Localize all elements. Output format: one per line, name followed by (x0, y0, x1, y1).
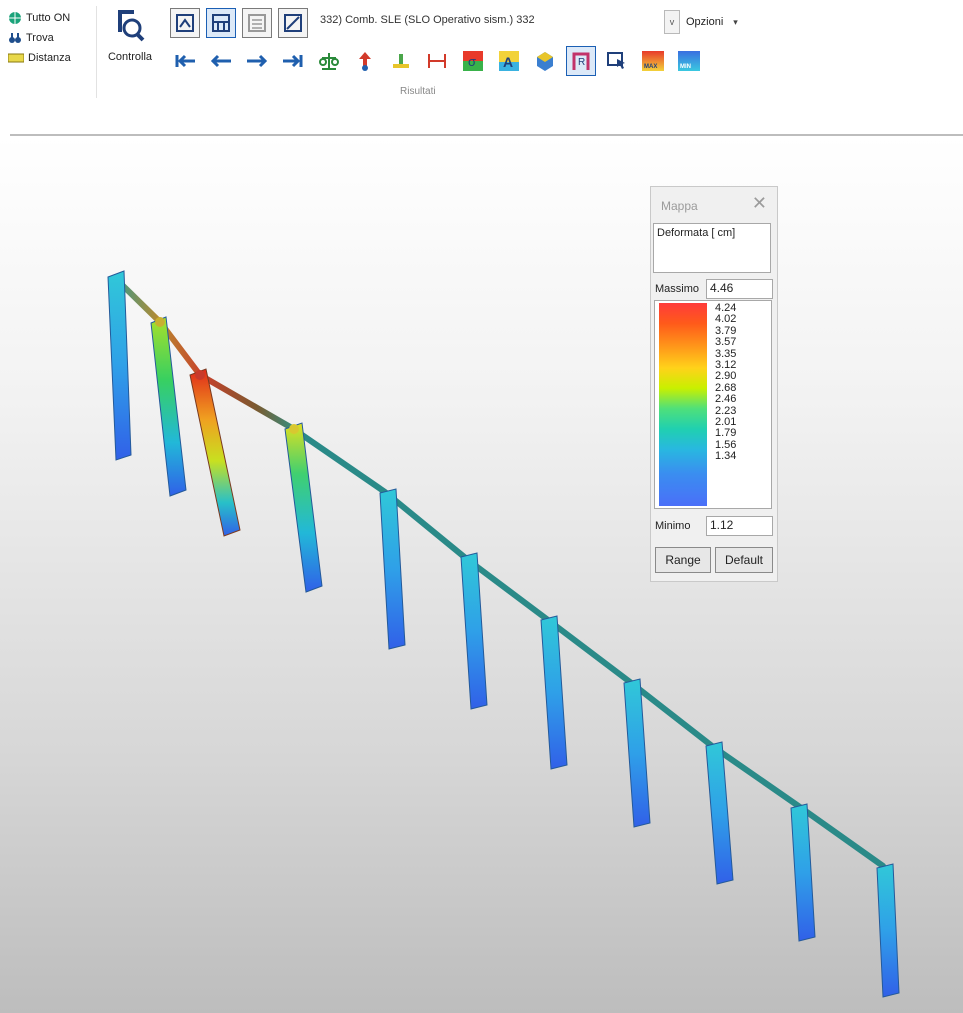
trova-button[interactable]: Trova (8, 28, 71, 48)
close-icon[interactable]: ✕ (752, 193, 767, 214)
column-10 (790, 803, 816, 942)
dimension-button[interactable] (422, 46, 452, 76)
globe-icon (9, 12, 21, 24)
scale-tick-labels: 4.24 4.02 3.79 3.57 3.35 3.12 2.90 2.68 … (715, 302, 737, 463)
max-gradient-icon: MAX (642, 51, 664, 71)
color-scale: 4.24 4.02 3.79 3.57 3.35 3.12 2.90 2.68 … (654, 300, 772, 509)
color-map-panel: Mappa ✕ Deformata [ cm] Massimo 4.46 4.2… (650, 186, 778, 582)
view-tools-group: Tutto ON Trova Distanza (8, 8, 71, 68)
scale-tick: 1.34 (715, 450, 737, 463)
scale-tick: 2.46 (715, 393, 737, 406)
pick-element-button[interactable] (602, 46, 632, 76)
min-label: Minimo (655, 520, 691, 532)
dimension-icon (428, 54, 446, 68)
loads-button[interactable] (386, 46, 416, 76)
deformed-structure-render (107, 270, 900, 998)
inspect-icon (118, 10, 145, 42)
arrow-last-icon (283, 54, 303, 68)
controlla-button[interactable]: Controlla (102, 6, 158, 63)
ribbon-toolbar: Tutto ON Trova Distanza Controlla 332) C… (0, 0, 963, 110)
column-11 (876, 863, 900, 998)
column-8 (623, 678, 651, 828)
svg-text:MAX: MAX (644, 64, 657, 70)
arrow-right-icon (247, 54, 268, 68)
result-tools-row: σ A R MAX MIN (170, 46, 704, 76)
tutto-on-label: Tutto ON (26, 12, 71, 24)
column-1 (107, 270, 132, 461)
first-combination-button[interactable] (170, 46, 200, 76)
layers-icon (248, 14, 266, 32)
structure-icon (176, 14, 194, 32)
arrow-first-icon (175, 54, 195, 68)
joint-node (155, 317, 165, 327)
cube-icon (537, 52, 553, 71)
balance-button[interactable] (314, 46, 344, 76)
column-5 (379, 488, 406, 650)
scale-tick: 3.57 (715, 336, 737, 349)
pointer-window-icon (607, 52, 625, 69)
min-value-field[interactable]: 1.12 (706, 516, 773, 536)
column-2 (150, 316, 187, 497)
diagonal-chart-icon (284, 14, 302, 32)
next-combination-button[interactable] (242, 46, 272, 76)
caret-down-icon: ▾ (733, 16, 738, 27)
model-viewport[interactable] (0, 136, 963, 1013)
min-gradient-icon: MIN (678, 51, 700, 71)
max-value-field[interactable]: 4.46 (706, 279, 773, 299)
stress-map-button[interactable]: σ (458, 46, 488, 76)
portal-frame-icon: R (572, 52, 590, 70)
panel-title: Mappa (661, 199, 698, 213)
default-button[interactable]: Default (715, 547, 773, 573)
last-combination-button[interactable] (278, 46, 308, 76)
view-mode-1-button[interactable] (170, 8, 200, 38)
view-mode-4-button[interactable] (278, 8, 308, 38)
opzioni-dropdown[interactable]: v Opzioni ▾ (664, 10, 738, 34)
column-9 (705, 741, 734, 885)
balance-icon (319, 53, 339, 70)
a-map-icon: A (499, 51, 519, 71)
svg-text:A: A (503, 54, 513, 70)
joint-node (289, 424, 299, 434)
ruler-icon (8, 53, 24, 63)
controlla-label: Controlla (107, 51, 153, 63)
results-group-caption: Risultati (400, 86, 436, 97)
sigma-map-icon: σ (463, 51, 483, 71)
map-description: Deformata [ cm] (653, 223, 771, 273)
svg-text:MIN: MIN (680, 64, 691, 70)
tutto-on-button[interactable]: Tutto ON (8, 8, 71, 28)
joint-node (195, 370, 205, 380)
view-mode-3-button[interactable] (242, 8, 272, 38)
area-map-button[interactable]: A (494, 46, 524, 76)
range-button[interactable]: Range (655, 547, 711, 573)
frame-grid-icon (212, 14, 230, 32)
distanza-label: Distanza (28, 52, 71, 64)
combination-selector[interactable]: 332) Comb. SLE (SLO Operativo sism.) 332 (320, 14, 535, 26)
ribbon-separator (96, 6, 97, 98)
min-value-button[interactable]: MIN (674, 46, 704, 76)
svg-text:σ: σ (468, 54, 476, 69)
solid-view-button[interactable] (530, 46, 560, 76)
previous-combination-button[interactable] (206, 46, 236, 76)
distanza-button[interactable]: Distanza (8, 48, 71, 68)
column-6 (460, 552, 488, 710)
column-7 (540, 615, 568, 770)
reaction-arrow-icon (359, 52, 371, 71)
frame-results-button[interactable]: R (566, 46, 596, 76)
result-view-buttons (170, 8, 308, 38)
svg-text:R: R (578, 57, 585, 68)
view-mode-2-button[interactable] (206, 8, 236, 38)
opzioni-label: Opzioni (686, 16, 724, 28)
load-bars-icon (393, 54, 409, 68)
chevron-down-icon: v (664, 10, 680, 34)
trova-label: Trova (26, 32, 54, 44)
arrow-left-icon (210, 54, 231, 68)
binoculars-icon (9, 33, 21, 43)
max-label: Massimo (655, 283, 700, 295)
color-gradient-bar (659, 303, 707, 506)
reactions-button[interactable] (350, 46, 380, 76)
max-value-button[interactable]: MAX (638, 46, 668, 76)
